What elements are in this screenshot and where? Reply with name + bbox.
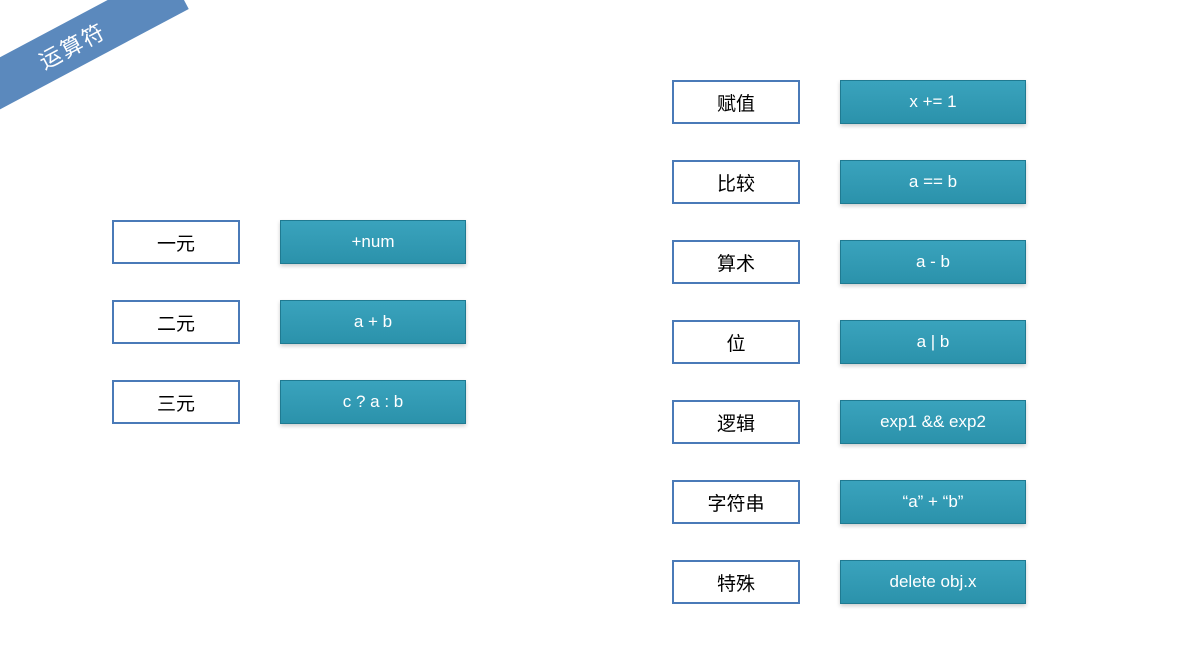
row-comparison: 比较 a == b — [672, 160, 1026, 204]
category-bitwise: 位 — [672, 320, 800, 364]
row-special: 特殊 delete obj.x — [672, 560, 1026, 604]
example-ternary: c ? a : b — [280, 380, 466, 424]
category-arithmetic: 算术 — [672, 240, 800, 284]
row-bitwise: 位 a | b — [672, 320, 1026, 364]
example-string: “a” + “b” — [840, 480, 1026, 524]
category-assignment: 赋值 — [672, 80, 800, 124]
example-unary: +num — [280, 220, 466, 264]
category-binary: 二元 — [112, 300, 240, 344]
row-arithmetic: 算术 a - b — [672, 240, 1026, 284]
example-special: delete obj.x — [840, 560, 1026, 604]
example-comparison: a == b — [840, 160, 1026, 204]
category-comparison: 比较 — [672, 160, 800, 204]
left-column: 一元 +num 二元 a + b 三元 c ? a : b — [112, 220, 466, 460]
category-ternary: 三元 — [112, 380, 240, 424]
row-logical: 逻辑 exp1 && exp2 — [672, 400, 1026, 444]
row-binary: 二元 a + b — [112, 300, 466, 344]
example-assignment: x += 1 — [840, 80, 1026, 124]
diagram-content: 一元 +num 二元 a + b 三元 c ? a : b 赋值 x += 1 … — [0, 0, 1200, 660]
row-ternary: 三元 c ? a : b — [112, 380, 466, 424]
category-unary: 一元 — [112, 220, 240, 264]
row-unary: 一元 +num — [112, 220, 466, 264]
example-binary: a + b — [280, 300, 466, 344]
category-logical: 逻辑 — [672, 400, 800, 444]
row-assignment: 赋值 x += 1 — [672, 80, 1026, 124]
right-column: 赋值 x += 1 比较 a == b 算术 a - b 位 a | b 逻辑 … — [672, 80, 1026, 640]
example-logical: exp1 && exp2 — [840, 400, 1026, 444]
example-bitwise: a | b — [840, 320, 1026, 364]
category-special: 特殊 — [672, 560, 800, 604]
row-string: 字符串 “a” + “b” — [672, 480, 1026, 524]
example-arithmetic: a - b — [840, 240, 1026, 284]
category-string: 字符串 — [672, 480, 800, 524]
